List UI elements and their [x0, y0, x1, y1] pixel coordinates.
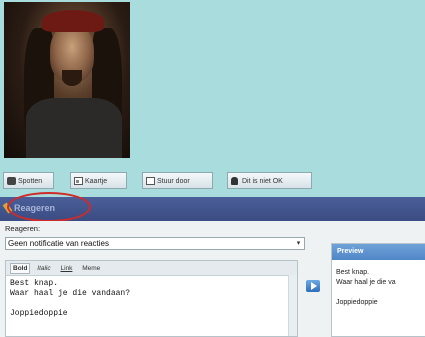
- notification-selected-value: Geen notificatie van reacties: [8, 239, 109, 248]
- preview-title: Preview: [332, 244, 425, 260]
- notification-select[interactable]: Geen notificatie van reacties ▾: [5, 237, 305, 250]
- photo-detail: [62, 70, 82, 86]
- reply-editor[interactable]: Bold Italic Link Meme Best knap. Waar ha…: [5, 260, 298, 337]
- spotten-button[interactable]: Spotten: [3, 172, 54, 189]
- photo-detail: [26, 98, 122, 158]
- message-icon: [7, 177, 16, 185]
- update-preview-button[interactable]: [306, 280, 320, 292]
- report-icon: [231, 177, 238, 185]
- page: Spotten Kaartje Stuur door Dit is niet O…: [0, 0, 425, 337]
- meme-button[interactable]: Meme: [79, 263, 103, 274]
- photo-detail: [42, 10, 104, 32]
- preview-text: Best knap. Waar haal je die va Joppiedop…: [336, 269, 396, 306]
- link-button[interactable]: Link: [57, 263, 75, 274]
- stuur-door-button[interactable]: Stuur door: [142, 172, 213, 189]
- bold-button[interactable]: Bold: [10, 263, 31, 274]
- chevron-down-icon[interactable]: ▾: [294, 239, 303, 248]
- italic-button[interactable]: Italic: [34, 263, 53, 274]
- report-button[interactable]: Dit is niet OK: [227, 172, 312, 189]
- stuur-door-label: Stuur door: [157, 178, 190, 185]
- kaartje-label: Kaartje: [85, 178, 108, 185]
- options-label: Reageren:: [5, 224, 41, 233]
- editor-scrollbar[interactable]: [288, 275, 297, 336]
- report-label: Dit is niet OK: [242, 178, 283, 185]
- spotten-label: Spotten: [18, 178, 43, 185]
- reply-textarea[interactable]: Best knap. Waar haal je die vandaan? Jop…: [6, 276, 297, 322]
- editor-toolbar: Bold Italic Link Meme: [6, 261, 297, 276]
- card-icon: [74, 177, 83, 185]
- kaartje-button[interactable]: Kaartje: [70, 172, 127, 189]
- preview-panel: Preview Best knap. Waar haal je die va J…: [331, 243, 425, 337]
- profile-photo[interactable]: [4, 2, 130, 158]
- forward-icon: [146, 177, 155, 185]
- highlight-annotation: [7, 192, 91, 222]
